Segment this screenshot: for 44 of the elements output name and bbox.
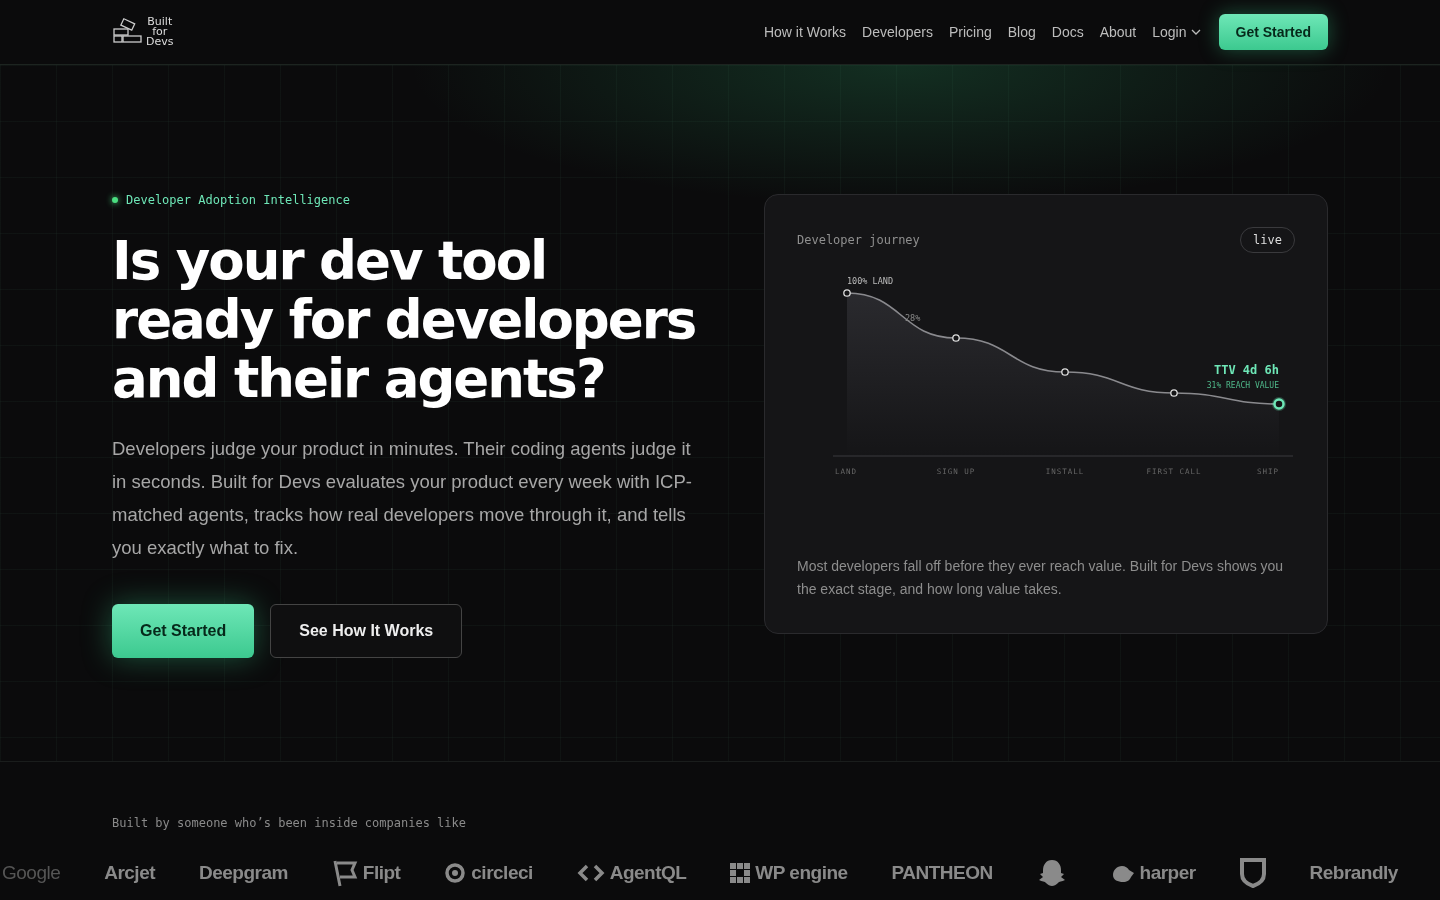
nav-link[interactable]: Developers bbox=[862, 24, 933, 40]
company-logo: Google bbox=[2, 862, 61, 884]
company-logo: PANTHEON bbox=[891, 862, 993, 884]
company-logo: WP engine bbox=[755, 862, 848, 884]
login-menu[interactable]: Login bbox=[1152, 24, 1201, 40]
card-title: Developer journey bbox=[797, 233, 920, 247]
hero-heading: Is your dev tool ready for developers and their agents? bbox=[112, 231, 697, 408]
status-dot bbox=[112, 197, 118, 203]
ttv-value: TTV 4d 6h bbox=[1213, 363, 1279, 377]
nav-link[interactable]: About bbox=[1099, 24, 1137, 40]
eyebrow-label: Developer Adoption Intelligence bbox=[126, 193, 350, 207]
stage-point bbox=[952, 334, 960, 342]
company-logo: Arcjet bbox=[104, 862, 156, 884]
get-started-button[interactable]: Get Started bbox=[112, 604, 255, 658]
company-logo: Deepgram bbox=[198, 862, 288, 884]
hero-description: Developers judge your product in minutes. Their coding agents judge it in seconds. Built for Devs evaluates your product every week with ICP-matched agents, tracks how real developers move through it, and tells you exactly what to fix. bbox=[112, 437, 692, 560]
logo-text: Built for Devs bbox=[146, 17, 174, 47]
stage-point bbox=[843, 289, 851, 297]
nav-link[interactable]: Docs bbox=[1051, 24, 1084, 40]
get-started-button[interactable]: Get Started bbox=[1218, 14, 1328, 50]
reach-value-label: 31% REACH VALUE bbox=[1206, 381, 1279, 390]
nav-link[interactable]: Blog bbox=[1007, 24, 1036, 40]
company-logo: Flipt bbox=[362, 862, 401, 884]
flag-icon bbox=[331, 859, 358, 887]
ship-point bbox=[1272, 397, 1286, 411]
ring-icon bbox=[444, 862, 467, 884]
cloud-icon bbox=[1110, 863, 1135, 883]
grid-icon bbox=[730, 863, 751, 883]
company-logo: Rebrandly bbox=[1309, 862, 1398, 884]
see-how-it-works-button[interactable]: See How It Works bbox=[270, 604, 463, 658]
chart-annotation: 28% bbox=[905, 313, 921, 323]
chevron-down-icon bbox=[1190, 29, 1201, 35]
company-logo: circleci bbox=[471, 862, 533, 884]
companies-label: Built by someone who’s been inside companies like bbox=[112, 816, 467, 830]
nav-link[interactable]: Pricing bbox=[948, 24, 992, 40]
chart-annotation: 100% LAND bbox=[847, 276, 894, 286]
stage-point bbox=[1061, 368, 1069, 376]
chevrons-icon bbox=[576, 863, 605, 883]
company-logo: AgentQL bbox=[609, 862, 687, 884]
stage-point bbox=[1170, 389, 1178, 397]
card-caption: Most developers fall off before they ever reach value. Built for Devs shows you the exact stage, and how long value takes. bbox=[797, 557, 1285, 599]
shield-icon bbox=[1239, 858, 1266, 888]
nav-link[interactable]: How it Works bbox=[763, 24, 847, 40]
company-logo: harper bbox=[1139, 862, 1196, 884]
